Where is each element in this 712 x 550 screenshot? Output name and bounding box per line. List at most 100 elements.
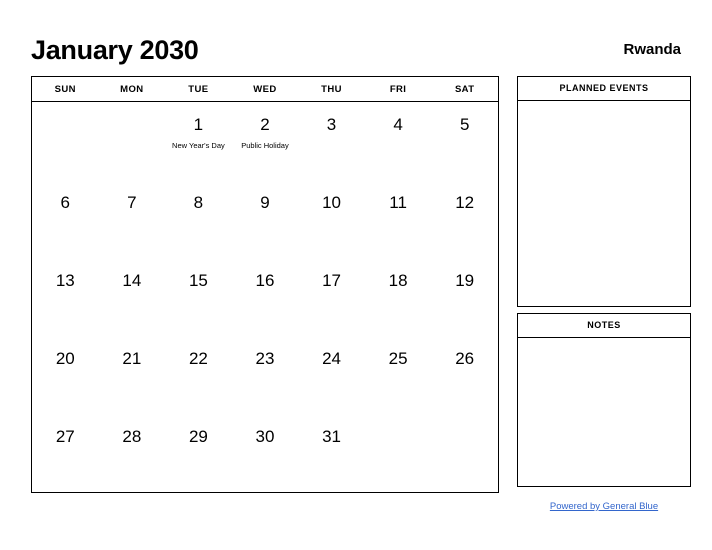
day-number: 5 [459, 115, 470, 134]
day-event-label [232, 213, 299, 219]
footer: Powered by General Blue [517, 496, 691, 514]
calendar-day-cell[interactable]: 10 [298, 180, 365, 258]
day-event-label [431, 135, 498, 141]
day-number: 28 [122, 427, 142, 446]
day-event-label [32, 115, 99, 121]
day-number: 25 [388, 349, 408, 368]
calendar-day-cell[interactable]: 18 [365, 258, 432, 336]
calendar-day-cell[interactable]: 24 [298, 336, 365, 414]
calendar-day-cell[interactable]: 13 [32, 258, 99, 336]
day-event-label [365, 427, 432, 433]
day-number: 4 [393, 115, 403, 134]
planned-events-title: PLANNED EVENTS [518, 77, 690, 101]
calendar-day-cell[interactable]: 19 [431, 258, 498, 336]
day-number: 6 [60, 193, 71, 212]
planned-events-panel: PLANNED EVENTS [517, 76, 691, 307]
notes-body[interactable] [518, 338, 690, 486]
notes-title: NOTES [518, 314, 690, 338]
calendar-week-row: 27 28 29 30 31 [32, 414, 498, 492]
calendar-day-cell[interactable] [99, 102, 166, 181]
day-number: 14 [122, 271, 142, 290]
day-number: 3 [326, 115, 337, 134]
day-number [365, 414, 432, 427]
day-number [32, 102, 99, 115]
calendar-day-cell[interactable]: 8 [165, 180, 232, 258]
calendar-day-cell[interactable]: 21 [99, 336, 166, 414]
day-event-label [365, 213, 432, 219]
calendar-day-cell[interactable]: 27 [32, 414, 99, 492]
day-event-label [32, 447, 99, 453]
calendar-day-cell[interactable]: 11 [365, 180, 432, 258]
calendar-day-cell[interactable]: 26 [431, 336, 498, 414]
calendar-day-cell[interactable]: 22 [165, 336, 232, 414]
calendar-day-cell[interactable]: 9 [232, 180, 299, 258]
calendar-day-cell[interactable]: 25 [365, 336, 432, 414]
day-number: 16 [255, 271, 275, 290]
day-event-label [99, 291, 166, 297]
page-title: January 2030 [31, 35, 199, 65]
calendar-day-cell[interactable]: 29 [165, 414, 232, 492]
calendar-day-cell[interactable]: 7 [99, 180, 166, 258]
calendar-day-cell[interactable]: 20 [32, 336, 99, 414]
calendar-page: January 2030 Rwanda SUN MON TUE WED THU … [0, 0, 712, 550]
day-number: 10 [322, 193, 341, 212]
powered-by-link[interactable]: Powered by General Blue [550, 501, 658, 512]
weekday-header-sat: SAT [431, 77, 498, 102]
calendar-day-cell[interactable]: 6 [32, 180, 99, 258]
day-number [431, 414, 498, 427]
day-event-label [165, 447, 232, 453]
day-event-label [99, 115, 166, 121]
calendar-day-cell[interactable]: 31 [298, 414, 365, 492]
calendar-day-cell[interactable]: 15 [165, 258, 232, 336]
calendar-day-cell[interactable]: 12 [431, 180, 498, 258]
region-label: Rwanda [623, 41, 681, 58]
day-number: 8 [193, 193, 204, 212]
day-event-label [232, 447, 299, 453]
calendar-weeks: 1 New Year's Day 2 Public Holiday 3 4 5 … [32, 102, 498, 493]
calendar-day-cell[interactable]: 14 [99, 258, 166, 336]
page-header: January 2030 Rwanda [31, 33, 681, 67]
day-number: 17 [322, 271, 341, 290]
day-number: 29 [188, 427, 208, 446]
day-event-label: New Year's Day [172, 141, 225, 150]
calendar-day-cell[interactable]: 2 Public Holiday [232, 102, 299, 181]
calendar-day-cell[interactable] [431, 414, 498, 492]
day-event-label [232, 291, 299, 297]
calendar-day-cell[interactable]: 16 [232, 258, 299, 336]
day-event-label [298, 213, 365, 219]
calendar-day-cell[interactable] [32, 102, 99, 181]
calendar-day-cell[interactable]: 28 [99, 414, 166, 492]
day-event-label [32, 291, 99, 297]
calendar-day-cell[interactable]: 1 New Year's Day [165, 102, 232, 181]
day-event-label [99, 369, 166, 375]
day-event-label [99, 213, 166, 219]
day-number: 11 [389, 193, 407, 212]
day-event-label [298, 447, 365, 453]
calendar-weekday-header-row: SUN MON TUE WED THU FRI SAT [32, 77, 498, 102]
calendar-day-cell[interactable]: 5 [431, 102, 498, 181]
planned-events-body[interactable] [518, 101, 690, 306]
day-event-label [365, 291, 432, 297]
day-event-label [165, 291, 232, 297]
calendar-day-cell[interactable] [365, 414, 432, 492]
day-number: 9 [260, 193, 270, 212]
calendar-day-cell[interactable]: 30 [232, 414, 299, 492]
calendar-day-cell[interactable]: 23 [232, 336, 299, 414]
day-number: 19 [455, 271, 475, 290]
day-event-label [165, 369, 232, 375]
notes-panel: NOTES [517, 313, 691, 487]
day-event-label [431, 427, 498, 433]
day-number: 26 [455, 349, 475, 368]
day-number: 18 [388, 271, 408, 290]
day-event-label [32, 369, 99, 375]
calendar-day-cell[interactable]: 4 [365, 102, 432, 181]
calendar-day-cell[interactable]: 3 [298, 102, 365, 181]
day-event-label [365, 369, 432, 375]
day-number: 22 [188, 349, 208, 368]
day-event-label [365, 135, 432, 141]
day-number: 7 [127, 193, 137, 212]
weekday-header-sun: SUN [32, 77, 99, 102]
day-event-label [99, 447, 166, 453]
day-number: 20 [55, 349, 75, 368]
calendar-day-cell[interactable]: 17 [298, 258, 365, 336]
